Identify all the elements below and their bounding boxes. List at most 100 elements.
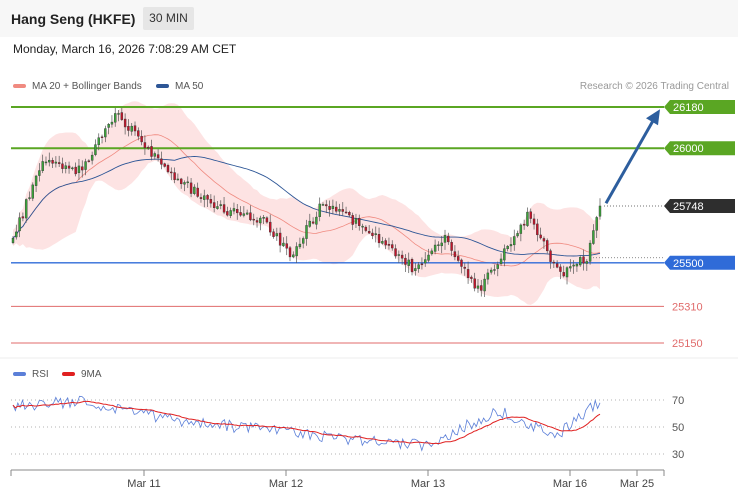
- candle-body: [430, 250, 434, 255]
- candle-body: [371, 232, 374, 236]
- rsi-tick-70: 70: [672, 395, 684, 407]
- candle-body: [160, 158, 163, 165]
- candle-body: [344, 211, 348, 214]
- candle-body: [219, 204, 222, 206]
- candle-body: [526, 211, 529, 226]
- candle-body: [555, 263, 559, 268]
- candle-body: [61, 163, 64, 169]
- candle-body: [292, 254, 295, 258]
- candle-body: [358, 217, 361, 226]
- candle-body: [81, 166, 84, 171]
- candle-body: [542, 238, 546, 242]
- candle-body: [11, 237, 15, 243]
- candle-body: [153, 153, 157, 157]
- candle-body: [262, 217, 265, 219]
- candle-body: [536, 223, 539, 236]
- candle-body: [242, 213, 246, 216]
- candle-body: [272, 231, 275, 237]
- candle-body: [575, 263, 579, 267]
- candle-body: [199, 197, 203, 199]
- candle-body: [433, 244, 437, 252]
- candle-body: [206, 195, 209, 200]
- candle-body: [51, 160, 54, 164]
- candle-body: [460, 259, 463, 267]
- candle-body: [354, 218, 358, 224]
- candle-body: [404, 257, 407, 265]
- candle-body: [74, 166, 77, 175]
- candle-body: [104, 128, 107, 138]
- x-tick-label: Mar 11: [127, 478, 160, 490]
- candle-body: [391, 244, 394, 249]
- candle-body: [565, 267, 569, 278]
- candle-body: [143, 142, 147, 148]
- candle: [166, 163, 170, 174]
- candle-body: [249, 212, 252, 221]
- candle-body: [572, 264, 575, 267]
- candle-body: [226, 211, 229, 216]
- candle-body: [305, 225, 308, 239]
- x-tick-label: Mar 13: [411, 478, 445, 490]
- candle-body: [163, 163, 166, 167]
- candle-body: [94, 144, 97, 155]
- candle-body: [137, 130, 140, 137]
- candle-body: [348, 212, 351, 216]
- candle-body: [539, 234, 542, 239]
- candle-body: [170, 171, 173, 174]
- candle-body: [54, 161, 58, 164]
- candle-body: [212, 202, 216, 209]
- candle-body: [361, 225, 364, 228]
- candle-body: [193, 186, 196, 194]
- candle-body: [463, 266, 466, 269]
- level-label-25748: 25748: [673, 201, 704, 213]
- candle: [598, 198, 602, 220]
- level-label-25310: 25310: [672, 301, 703, 313]
- candle-body: [381, 241, 384, 244]
- candle-body: [44, 161, 48, 164]
- candle: [588, 240, 592, 265]
- candle-body: [130, 125, 133, 132]
- candle-body: [196, 187, 199, 197]
- candle-body: [377, 234, 381, 244]
- rsi-tick-50: 50: [672, 422, 684, 434]
- candle-body: [110, 121, 114, 125]
- candle-body: [595, 217, 598, 231]
- candle-body: [470, 276, 473, 279]
- candle-body: [598, 205, 602, 217]
- candle-body: [562, 272, 565, 277]
- x-tick-label: Mar 16: [553, 478, 587, 490]
- candle-body: [364, 226, 368, 231]
- candle-body: [28, 197, 31, 199]
- candle-body: [100, 136, 104, 139]
- candle-body: [503, 248, 506, 261]
- candle-body: [15, 231, 18, 238]
- candle-body: [476, 285, 480, 289]
- candle-body: [278, 232, 282, 246]
- candle-body: [496, 264, 499, 269]
- candle-body: [569, 266, 572, 269]
- projection-arrow-shaft: [604, 116, 657, 204]
- candle-body: [588, 242, 592, 262]
- candle-body: [71, 167, 74, 170]
- x-tick-label: Mar 12: [269, 478, 303, 490]
- candle-body: [295, 246, 298, 257]
- candle-body: [203, 195, 206, 200]
- candle-body: [328, 206, 331, 210]
- candle-body: [532, 218, 536, 225]
- candle-body: [579, 257, 582, 266]
- candle-body: [229, 210, 232, 216]
- candle: [565, 266, 569, 285]
- candle: [288, 246, 292, 262]
- candle-body: [397, 254, 401, 256]
- rsi-tick-30: 30: [672, 449, 684, 461]
- candle-body: [173, 172, 176, 180]
- candle-body: [311, 221, 315, 224]
- candle-body: [48, 159, 51, 163]
- candle-body: [117, 113, 120, 115]
- candle-body: [546, 240, 549, 252]
- price-chart[interactable]: 26180 26000 25748 25500 25310 25150 70 50 30 Mar …: [0, 0, 738, 500]
- candle-body: [18, 217, 21, 232]
- candle-body: [331, 205, 335, 209]
- candle-body: [150, 146, 153, 157]
- candle-body: [140, 135, 143, 143]
- candle-body: [466, 269, 470, 279]
